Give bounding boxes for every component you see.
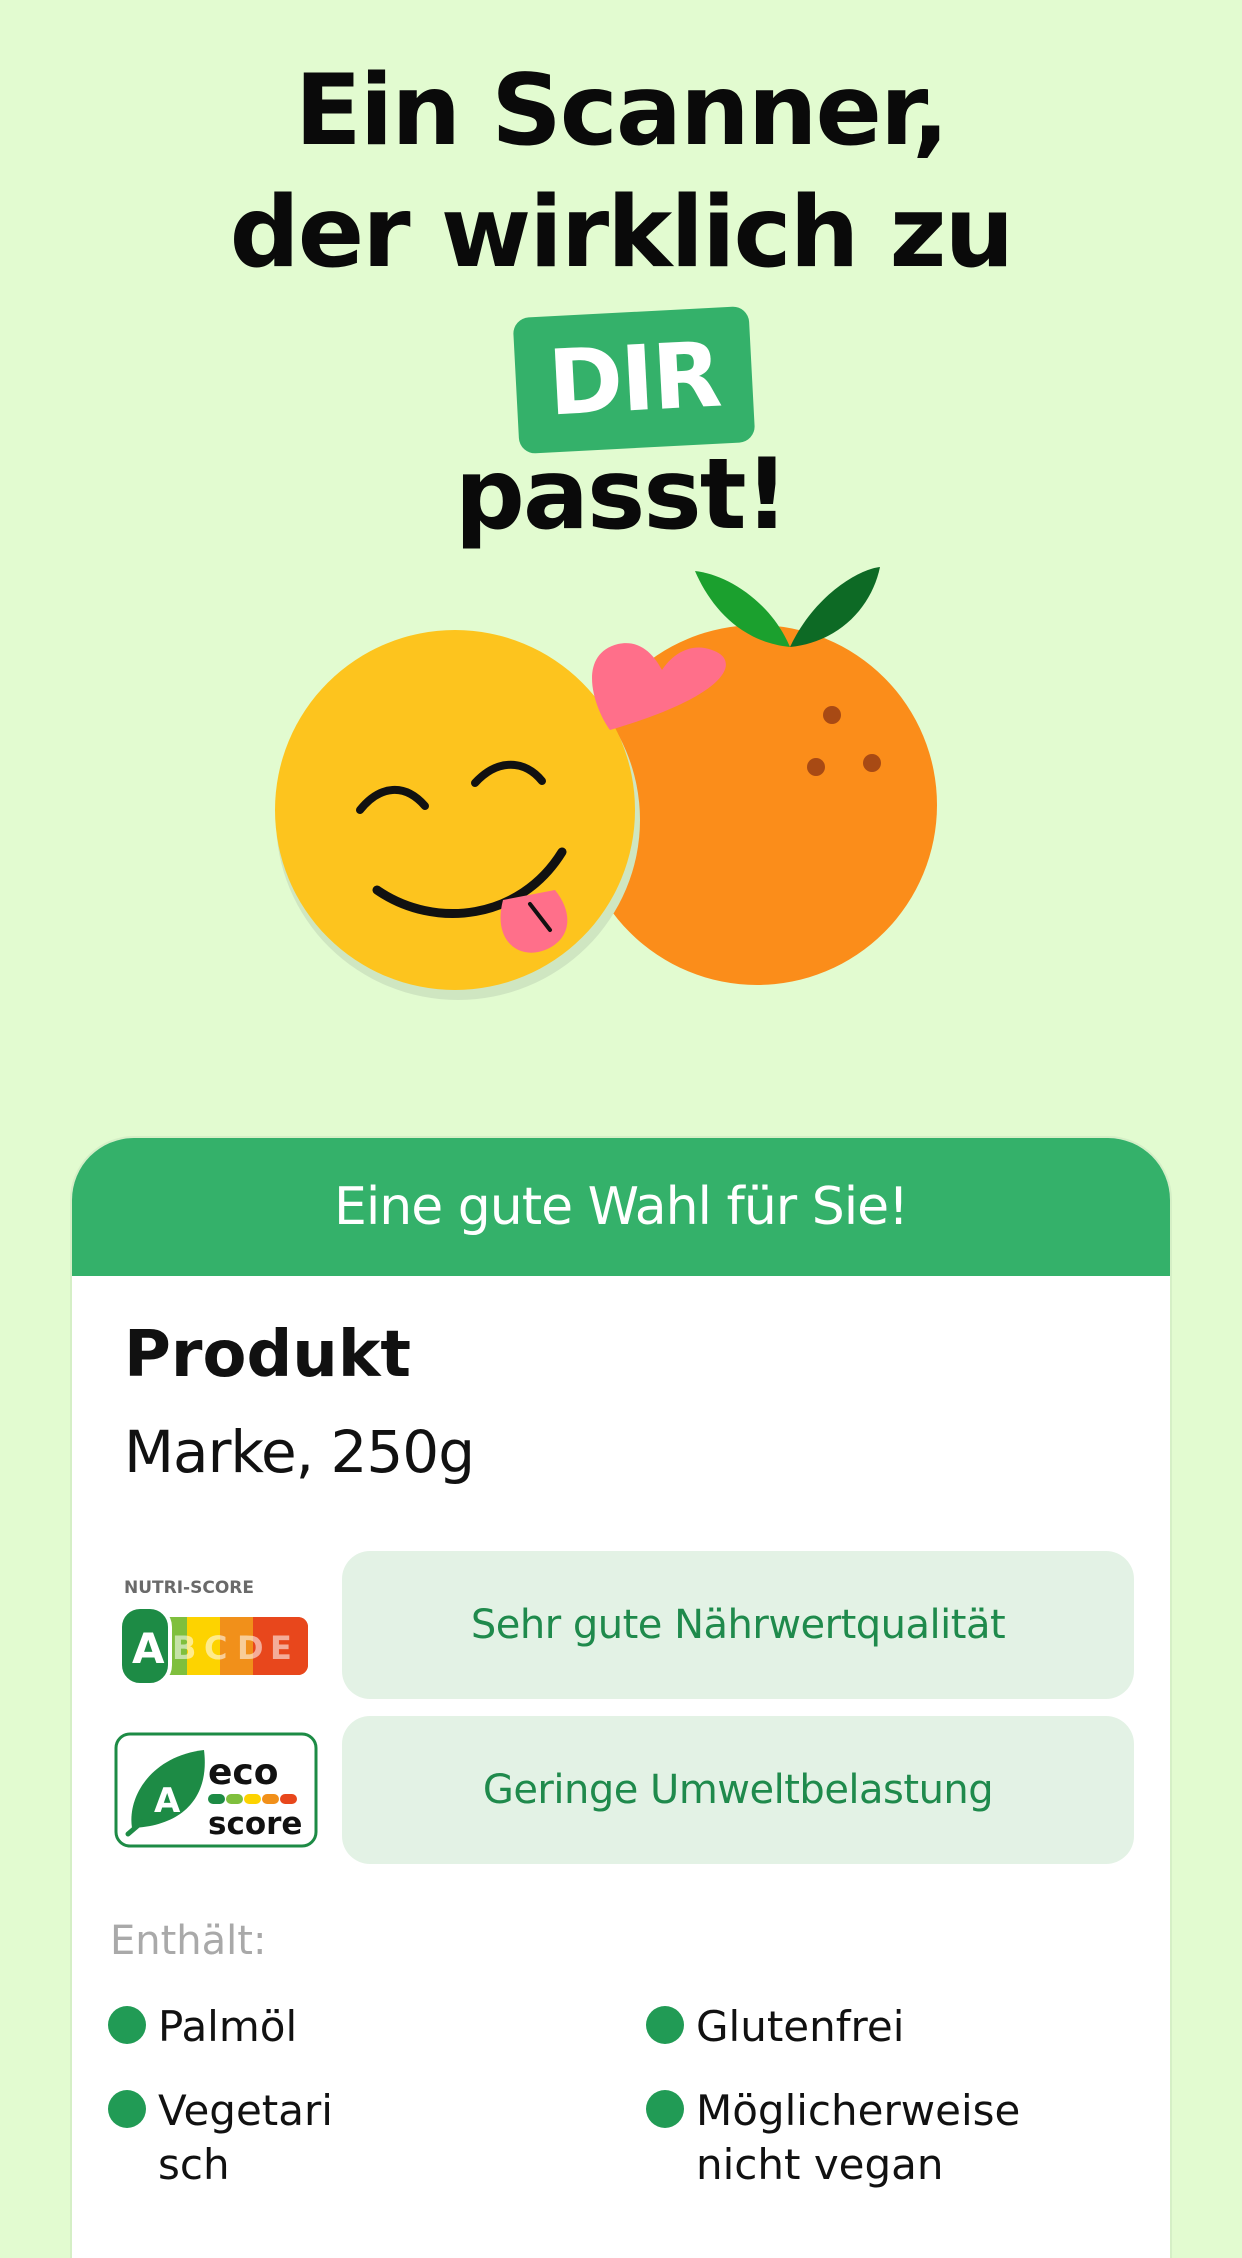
- tag-nicht-vegan: Möglicherweise nicht vegan: [646, 2084, 1066, 2192]
- headline-line-2: der wirklich zu: [229, 176, 1015, 290]
- nutri-score-badge: NUTRI-SCORE B C D E A: [118, 1578, 308, 1687]
- card-header: Eine gute Wahl für Sie!: [72, 1138, 1170, 1276]
- nutri-score-row: NUTRI-SCORE B C D E A Sehr gute Nährwert…: [112, 1551, 1134, 1699]
- eco-score-description: Geringe Umweltbelastung: [342, 1716, 1134, 1864]
- tag-dot: [108, 2090, 146, 2128]
- tag-label: Möglicherweise nicht vegan: [696, 2086, 1021, 2189]
- eco-word-1: eco: [208, 1752, 279, 1793]
- tag-dot: [108, 2006, 146, 2044]
- tag-label: Palmöl: [158, 2002, 298, 2051]
- eco-score-row: A eco score Geringe Umweltbelastung: [112, 1716, 1134, 1864]
- smiley-orange-illustration: [275, 567, 937, 1000]
- nutri-grade-b: B: [172, 1629, 196, 1667]
- nutri-grade-a: A: [132, 1624, 165, 1673]
- product-card[interactable]: Eine gute Wahl für Sie! Produkt Marke, 2…: [72, 1138, 1170, 2258]
- contains-label: Enthält:: [110, 1918, 267, 1964]
- tag-label: Vegetari sch: [158, 2086, 333, 2189]
- smiley-face-icon: [275, 630, 635, 990]
- tag-vegetarisch: Vegetari sch: [108, 2084, 408, 2192]
- product-detail: Marke, 250g: [124, 1418, 475, 1486]
- eco-score-badge: A eco score: [114, 1732, 318, 1848]
- nutri-grade-d: D: [237, 1629, 264, 1667]
- eco-word-2: score: [208, 1806, 302, 1842]
- nutri-score-description: Sehr gute Nährwertqualität: [342, 1551, 1134, 1699]
- nutri-score-label: NUTRI-SCORE: [124, 1578, 254, 1598]
- nutri-grade-e: E: [270, 1629, 292, 1667]
- nutri-grade-c: C: [204, 1629, 227, 1667]
- headline: Ein Scanner, der wirklich zu DIR passt!: [0, 50, 1242, 556]
- headline-highlight-wrap: DIR: [0, 294, 1242, 455]
- tag-palmoel: Palmöl: [108, 2000, 297, 2054]
- tag-glutenfrei: Glutenfrei: [646, 2000, 904, 2054]
- headline-line-1: Ein Scanner,: [294, 54, 949, 168]
- tag-dot: [646, 2006, 684, 2044]
- tag-dot: [646, 2090, 684, 2128]
- tag-label: Glutenfrei: [696, 2002, 905, 2051]
- headline-highlight-badge: DIR: [512, 305, 756, 455]
- headline-line-3: passt!: [454, 438, 789, 552]
- product-name: Produkt: [124, 1318, 411, 1392]
- eco-grade: A: [154, 1781, 181, 1821]
